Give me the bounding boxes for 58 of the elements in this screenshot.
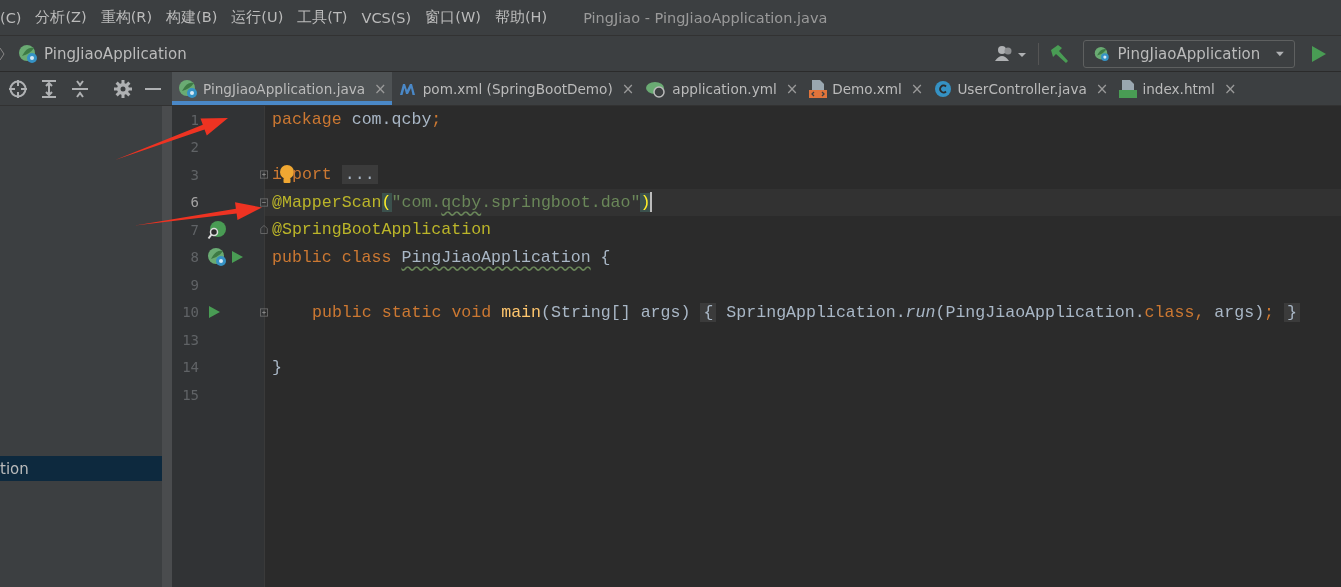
editor-tab[interactable]: application.yml × [639, 72, 804, 105]
fold-icon[interactable] [260, 305, 268, 319]
code-line: } [272, 357, 282, 377]
tree-item[interactable]: tion [0, 456, 162, 481]
xml-file-icon [809, 78, 828, 99]
close-icon[interactable]: × [1223, 79, 1237, 98]
leaf-gear-icon [178, 78, 198, 99]
code-line: package com.qcby; [272, 110, 442, 130]
hammer-icon[interactable] [1049, 42, 1071, 65]
code-line: port ... [291, 165, 378, 185]
menu-item[interactable]: (C) [0, 9, 22, 26]
editor-tab[interactable]: UserController.java × [928, 72, 1114, 105]
leaf-gear-icon [207, 247, 227, 268]
menu-item[interactable]: 帮助(H) [494, 8, 548, 27]
run-icon[interactable] [230, 250, 244, 265]
close-icon[interactable]: × [785, 79, 799, 98]
code-line: public class PingJiaoApplication { [272, 247, 611, 267]
window-title: PingJiao - PingJiaoApplication.java [583, 9, 828, 26]
code-line: i [272, 165, 282, 185]
code-line: public static void main(String[] args) { SpringApplication.run(PingJiaoApplication.class, args); } [312, 302, 1301, 322]
user-icon[interactable] [994, 43, 1028, 64]
editor-tab[interactable]: pom.xml (SpringBootDemo) × [391, 72, 640, 105]
code-line: @MapperScan("com.qcby.springboot.dao") [272, 192, 651, 212]
close-icon[interactable]: × [621, 79, 635, 98]
code-line: @SpringBootApplication [272, 220, 492, 240]
run-configuration-dropdown[interactable]: PingJiaoApplication [1083, 39, 1295, 68]
menu-item[interactable]: 运行(U) [231, 8, 284, 27]
menu-item[interactable]: 分析(Z) [35, 8, 87, 27]
fold-icon[interactable] [260, 168, 268, 182]
expand-all-icon[interactable] [39, 78, 59, 99]
class-icon [934, 79, 953, 98]
close-icon[interactable]: × [1095, 79, 1109, 98]
line-number: 6 [189, 194, 199, 211]
menu-item[interactable]: 窗口(W) [425, 8, 481, 27]
close-icon[interactable]: × [910, 79, 924, 98]
close-icon[interactable]: × [374, 79, 387, 98]
menu-item[interactable]: 构建(B) [166, 8, 218, 27]
editor-tab[interactable]: PingJiaoApplication.java × [172, 72, 392, 105]
editor-tab[interactable]: Demo.xml × [803, 72, 929, 105]
collapse-all-icon[interactable] [70, 78, 90, 99]
run-icon[interactable] [1311, 44, 1327, 63]
menu-item[interactable]: VCS(S) [361, 9, 412, 26]
fold-icon[interactable] [260, 195, 268, 209]
leaf-gear-icon [645, 79, 668, 98]
menu-item[interactable]: 重构(R) [100, 8, 153, 27]
settings-icon[interactable] [113, 78, 133, 99]
breadcrumb[interactable]: PingJiaoApplication [44, 44, 187, 63]
fold-end-icon[interactable] [260, 223, 268, 237]
html-file-icon [1119, 78, 1138, 99]
chevron-icon [0, 45, 6, 62]
menu-item[interactable]: 工具(T) [297, 8, 348, 27]
leaf-search-icon[interactable] [207, 219, 227, 240]
scrollbar[interactable] [162, 106, 172, 587]
locate-icon[interactable] [8, 78, 28, 99]
caret-icon [1276, 50, 1284, 57]
leaf-gear-icon [18, 43, 38, 64]
editor-tab[interactable]: index.html × [1113, 72, 1242, 105]
run-icon[interactable] [207, 305, 221, 320]
